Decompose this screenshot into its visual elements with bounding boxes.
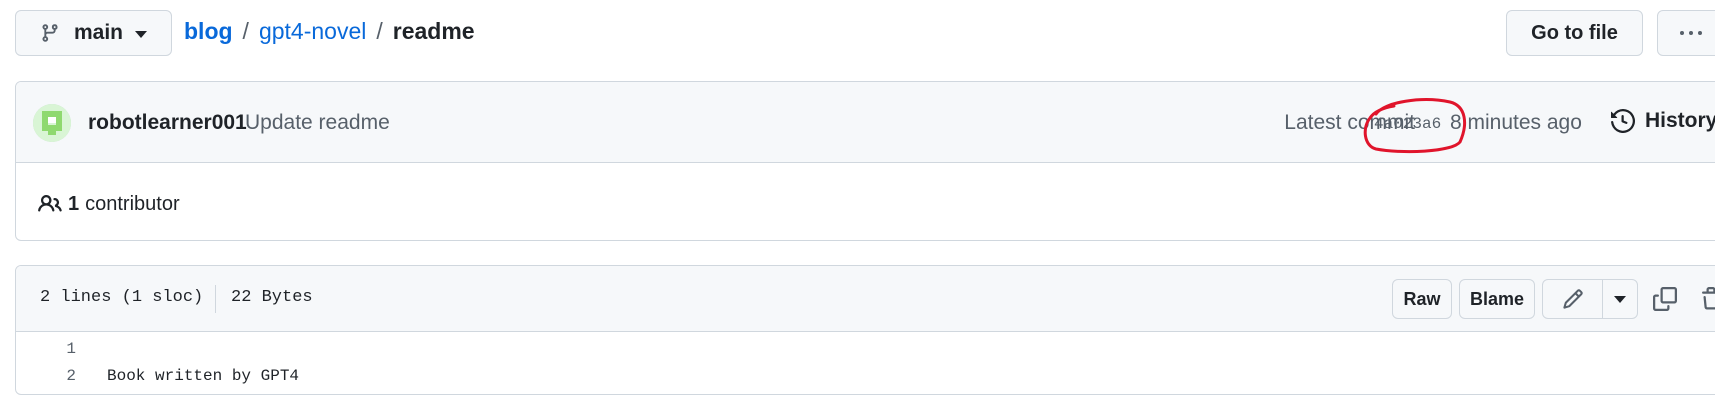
more-options-button[interactable] [1657, 10, 1715, 56]
copy-button[interactable] [1650, 284, 1680, 314]
commit-header: robotlearner001 Update readme Latest com… [16, 82, 1715, 163]
avatar[interactable] [33, 104, 71, 142]
commit-time: 8 minutes ago [1450, 111, 1582, 134]
edit-button[interactable] [1543, 280, 1603, 318]
blame-button[interactable]: Blame [1459, 279, 1535, 319]
chevron-down-icon [1614, 295, 1626, 303]
breadcrumb-repo-link[interactable]: gpt4-novel [259, 18, 366, 45]
kebab-dot [1689, 31, 1693, 35]
file-viewer: 2 lines (1 sloc) 22 Bytes Raw Blame 1 2 … [15, 265, 1715, 395]
trash-icon [1702, 287, 1715, 310]
history-label: History [1645, 109, 1715, 132]
divider [215, 285, 216, 313]
commit-message-link[interactable]: Update readme [245, 111, 390, 135]
git-branch-icon [40, 23, 60, 43]
code-line: 1 [16, 335, 1715, 362]
chevron-down-icon [135, 30, 148, 38]
history-link[interactable]: History [1611, 109, 1715, 133]
line-number[interactable]: 2 [16, 367, 76, 385]
code-line: 2 Book written by GPT4 [16, 362, 1715, 389]
contributors-link[interactable]: 1 contributor [38, 192, 180, 216]
people-icon [38, 194, 62, 212]
file-line-count: 2 lines (1 sloc) [40, 288, 204, 307]
pencil-icon [1562, 289, 1583, 309]
file-size: 22 Bytes [231, 288, 313, 307]
commit-author-link[interactable]: robotlearner001 [88, 111, 247, 135]
breadcrumb-separator: / [376, 18, 383, 44]
file-header: 2 lines (1 sloc) 22 Bytes Raw Blame [16, 266, 1715, 332]
branch-selector-button[interactable]: main [15, 10, 172, 56]
breadcrumb-separator: / [242, 18, 249, 44]
kebab-horizontal-icon [1680, 31, 1684, 35]
edit-button-group [1542, 279, 1638, 319]
raw-button[interactable]: Raw [1392, 279, 1452, 319]
history-icon [1611, 109, 1635, 133]
line-content: Book written by GPT4 [107, 366, 300, 385]
contributor-count: 1 [68, 192, 80, 215]
copy-icon [1653, 287, 1677, 311]
commit-box: robotlearner001 Update readme Latest com… [15, 81, 1715, 241]
breadcrumb-root-link[interactable]: blog [184, 18, 233, 45]
go-to-file-button[interactable]: Go to file [1506, 10, 1643, 56]
commit-sha-link[interactable]: 4a023a6 [1374, 115, 1441, 133]
delete-button[interactable] [1696, 284, 1715, 314]
breadcrumb: blog / gpt4-novel / readme [184, 18, 475, 45]
breadcrumb-current-file: readme [392, 18, 475, 44]
edit-dropdown-button[interactable] [1603, 280, 1637, 318]
code-view: 1 2 Book written by GPT4 [16, 332, 1715, 394]
branch-name: main [74, 21, 124, 44]
kebab-dot [1698, 31, 1702, 35]
line-number[interactable]: 1 [16, 340, 76, 358]
contributor-label: contributor [85, 192, 180, 215]
